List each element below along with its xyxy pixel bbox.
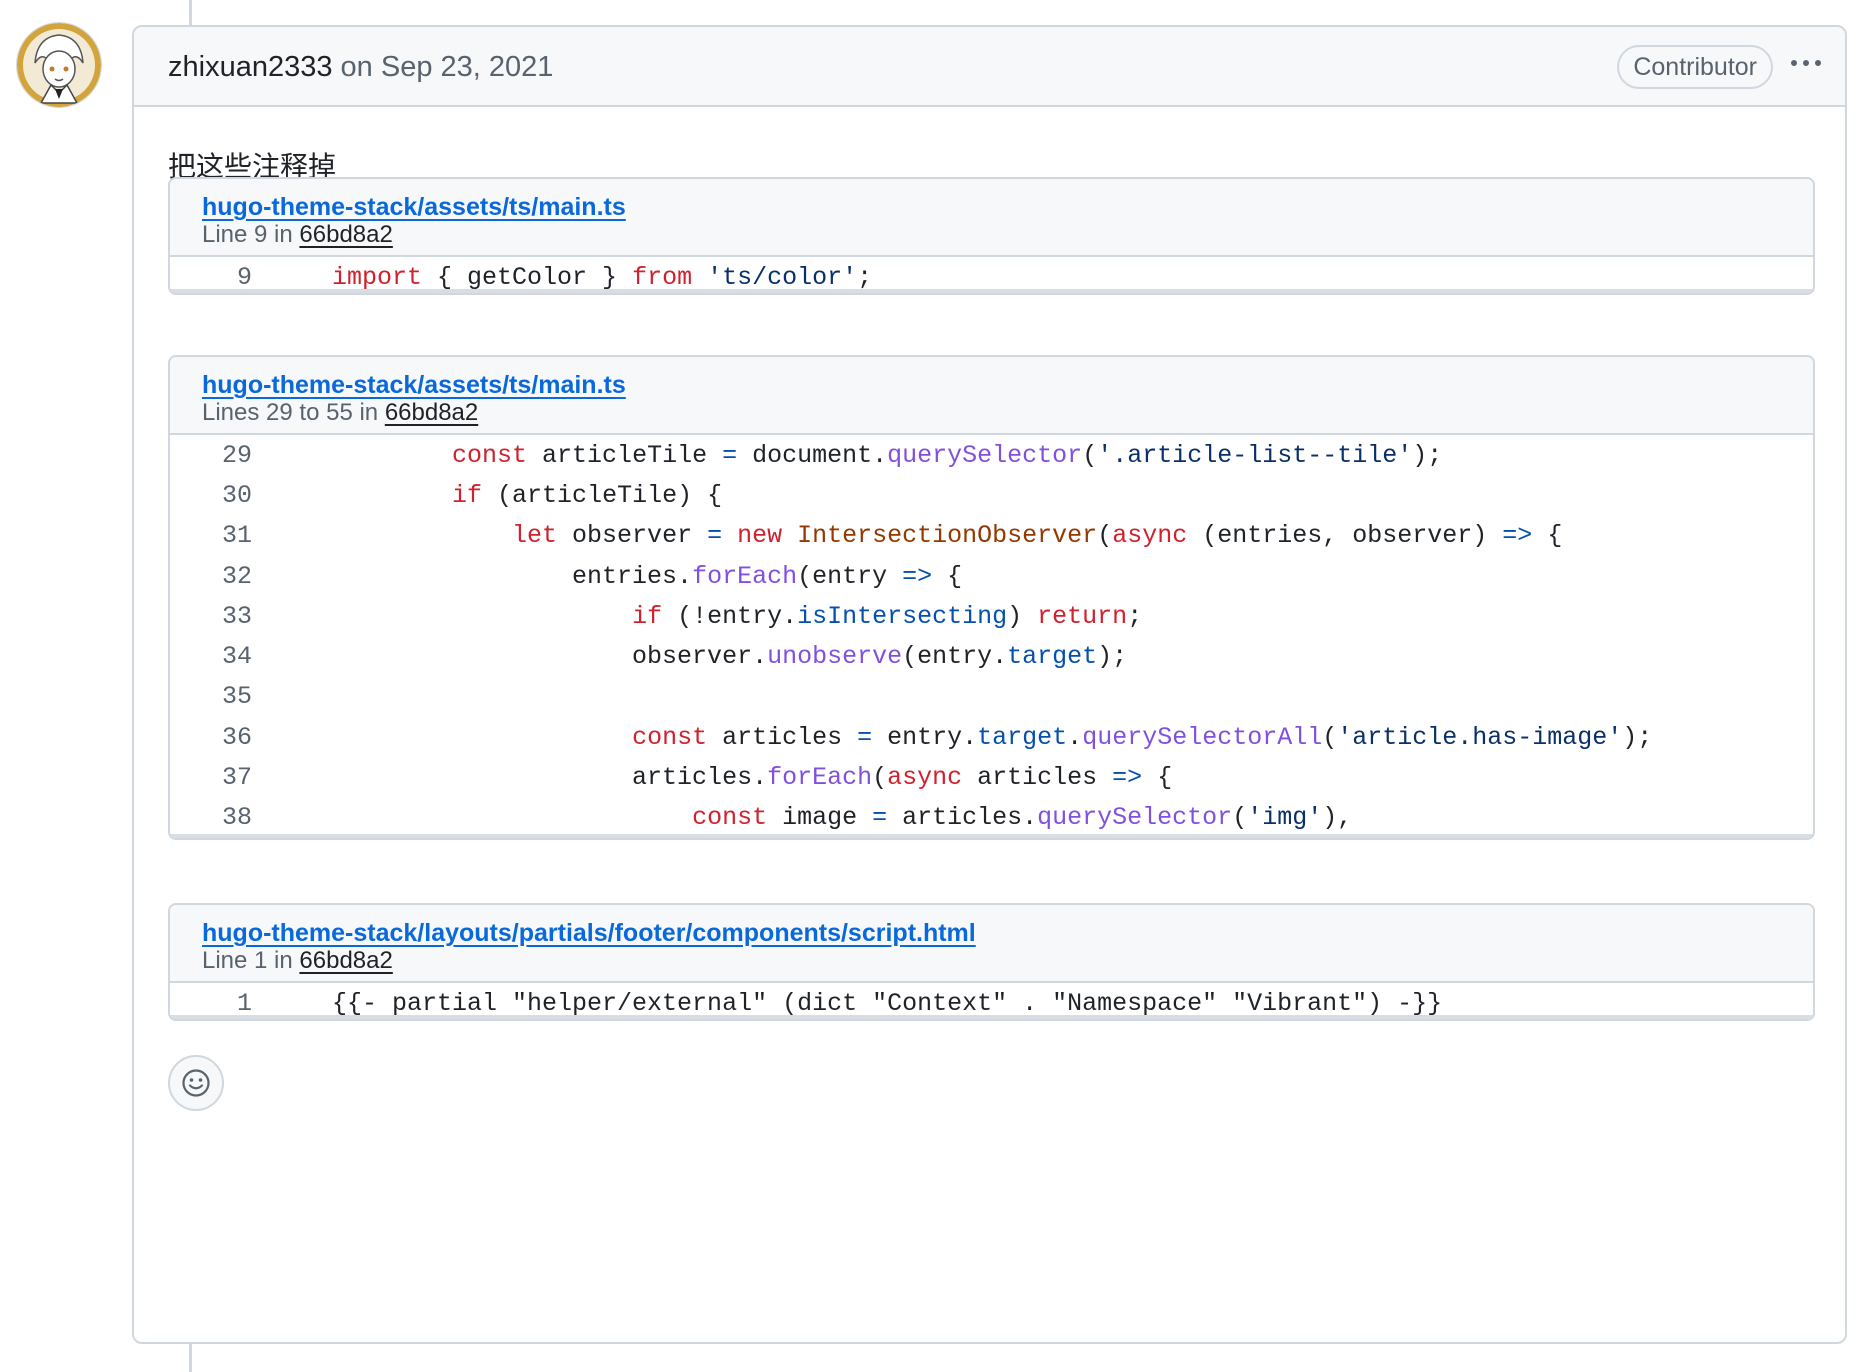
comment-header: zhixuan2333 on Sep 23, 2021 Contributor xyxy=(134,27,1845,107)
snippet-range-text: Line 1 in xyxy=(202,947,300,974)
code-text: const articleTile = document.querySelect… xyxy=(452,440,1443,470)
review-comment: zhixuan2333 on Sep 23, 2021 Contributor … xyxy=(132,25,1847,1344)
code-text: let observer = new IntersectionObserver(… xyxy=(512,521,1563,551)
line-number[interactable]: 29 xyxy=(170,441,252,470)
code-text: const articles = entry.target.querySelec… xyxy=(632,722,1653,752)
snippet-header: hugo-theme-stack/assets/ts/main.ts Line … xyxy=(170,179,1813,257)
code-text: if (!entry.isIntersecting) return; xyxy=(632,601,1143,631)
line-number[interactable]: 31 xyxy=(170,521,252,550)
code-text: import { getColor } from 'ts/color'; xyxy=(332,262,873,292)
code-line: 33 if (!entry.isIntersecting) return; xyxy=(170,596,1813,636)
add-reaction-button[interactable] xyxy=(168,1055,224,1111)
snippet-line-info: Line 1 in 66bd8a2 xyxy=(202,947,393,975)
code-snippet: hugo-theme-stack/assets/ts/main.ts Line … xyxy=(168,177,1815,295)
code-text: const image = articles.querySelector('im… xyxy=(692,803,1353,833)
code-line: 34 observer.unobserve(entry.target); xyxy=(170,636,1813,676)
snippet-commit-link[interactable]: 66bd8a2 xyxy=(385,399,478,426)
code-text: articles.forEach(async articles => { xyxy=(332,763,1173,793)
snippet-line-info: Line 9 in 66bd8a2 xyxy=(202,221,393,249)
snippet-header: hugo-theme-stack/layouts/partials/footer… xyxy=(170,905,1813,983)
comment-date[interactable]: on Sep 23, 2021 xyxy=(341,51,554,83)
snippet-file-link[interactable]: hugo-theme-stack/assets/ts/main.ts xyxy=(202,193,626,222)
code-line: 35 xyxy=(170,677,1813,717)
snippet-header: hugo-theme-stack/assets/ts/main.ts Lines… xyxy=(170,357,1813,435)
kebab-horizontal-icon xyxy=(1791,60,1821,66)
author-name[interactable]: zhixuan2333 xyxy=(168,51,332,83)
code-line: 29 const articleTile = document.querySel… xyxy=(170,435,1813,475)
code-line: 32 entries.forEach(entry => { xyxy=(170,556,1813,596)
line-number[interactable]: 34 xyxy=(170,642,252,671)
snippet-code: 9 import { getColor } from 'ts/color'; xyxy=(170,257,1813,293)
code-line: 30 if (articleTile) { xyxy=(170,475,1813,515)
code-line: 39 imageURL = image.src, xyxy=(170,838,1813,839)
code-line: 38 const image = articles.querySelector(… xyxy=(170,798,1813,838)
contributor-badge: Contributor xyxy=(1617,45,1773,89)
code-line: 36 const articles = entry.target.querySe… xyxy=(170,717,1813,757)
code-text: observer.unobserve(entry.target); xyxy=(332,642,1128,672)
smiley-icon xyxy=(182,1069,210,1097)
avatar-image xyxy=(17,23,101,107)
more-options-button[interactable] xyxy=(1785,43,1827,83)
snippet-code: 1 {{- partial "helper/external" (dict "C… xyxy=(170,983,1813,1019)
snippet-range-text: Lines 29 to 55 in xyxy=(202,399,385,426)
code-text: if (articleTile) { xyxy=(452,480,723,510)
comment-author-line: zhixuan2333 on Sep 23, 2021 xyxy=(168,51,553,84)
line-number[interactable]: 1 xyxy=(170,989,252,1018)
code-line: 1 {{- partial "helper/external" (dict "C… xyxy=(170,983,1813,1019)
code-text: entries.forEach(entry => { xyxy=(332,561,963,591)
code-line: 9 import { getColor } from 'ts/color'; xyxy=(170,257,1813,293)
snippet-file-link[interactable]: hugo-theme-stack/layouts/partials/footer… xyxy=(202,919,976,948)
line-number[interactable]: 36 xyxy=(170,723,252,752)
line-number[interactable]: 35 xyxy=(170,682,252,711)
line-number[interactable]: 38 xyxy=(170,803,252,832)
snippet-range-text: Line 9 in xyxy=(202,221,300,248)
code-text: {{- partial "helper/external" (dict "Con… xyxy=(332,988,1443,1018)
snippet-commit-link[interactable]: 66bd8a2 xyxy=(299,221,392,248)
snippet-file-link[interactable]: hugo-theme-stack/assets/ts/main.ts xyxy=(202,371,626,400)
line-number[interactable]: 30 xyxy=(170,481,252,510)
line-number[interactable]: 9 xyxy=(170,263,252,292)
line-number[interactable]: 37 xyxy=(170,763,252,792)
line-number[interactable]: 33 xyxy=(170,602,252,631)
line-number[interactable]: 32 xyxy=(170,562,252,591)
code-line: 31 let observer = new IntersectionObserv… xyxy=(170,516,1813,556)
code-line: 37 articles.forEach(async articles => { xyxy=(170,757,1813,797)
code-snippet: hugo-theme-stack/layouts/partials/footer… xyxy=(168,903,1815,1021)
snippet-code: 29 const articleTile = document.querySel… xyxy=(170,435,1813,839)
snippet-commit-link[interactable]: 66bd8a2 xyxy=(299,947,392,974)
snippet-line-info: Lines 29 to 55 in 66bd8a2 xyxy=(202,399,478,427)
code-snippet: hugo-theme-stack/assets/ts/main.ts Lines… xyxy=(168,355,1815,840)
avatar[interactable] xyxy=(17,23,101,107)
